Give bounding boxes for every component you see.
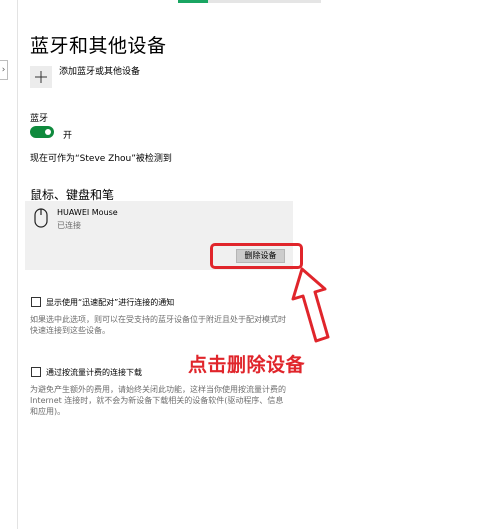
swift-pair-label[interactable]: 显示使用“迅速配对”进行连接的通知 — [46, 297, 174, 308]
swift-pair-description: 如果选中此选项，则可以在受支持的蓝牙设备位于附近且处于配对模式时 快速连接到这些… — [30, 314, 286, 336]
plus-icon — [30, 66, 52, 88]
chevron-right-icon[interactable]: › — [0, 60, 8, 80]
metered-description-line: Internet 连接时，就不会为新设备下载相关的设备软件(驱动程序、信息 — [30, 396, 284, 405]
add-device-button[interactable]: 添加蓝牙或其他设备 — [30, 66, 140, 88]
discoverable-status: 现在可作为“Steve Zhou”被检测到 — [30, 154, 172, 164]
toggle-knob — [45, 129, 51, 135]
bluetooth-toggle[interactable] — [30, 126, 54, 138]
add-device-label[interactable]: 添加蓝牙或其他设备 — [59, 64, 140, 77]
metered-download-description: 为避免产生额外的费用，请始终关闭此功能，这样当你使用按流量计费的 Interne… — [30, 384, 286, 417]
metered-download-checkbox[interactable] — [31, 367, 41, 377]
page-title: 蓝牙和其他设备 — [30, 35, 167, 57]
swift-pair-description-line: 快速连接到这些设备。 — [30, 326, 110, 335]
top-scroll-indicator — [178, 0, 321, 3]
mouse-icon — [34, 208, 48, 232]
annotation-text: 点击删除设备 — [188, 354, 306, 376]
swift-pair-checkbox[interactable] — [31, 297, 41, 307]
device-name: HUAWEI Mouse — [57, 208, 118, 217]
top-scroll-indicator-active — [178, 0, 208, 3]
bluetooth-label: 蓝牙 — [30, 114, 49, 124]
swift-pair-description-line: 如果选中此选项，则可以在受支持的蓝牙设备位于附近且处于配对模式时 — [30, 315, 286, 324]
left-navigation-rail: › — [0, 0, 18, 529]
device-status: 已连接 — [57, 221, 81, 230]
metered-description-line: 为避免产生额外的费用，请始终关闭此功能，这样当你使用按流量计费的 — [30, 385, 286, 394]
metered-download-label[interactable]: 通过按流量计费的连接下载 — [46, 367, 142, 378]
annotation-arrow — [291, 267, 330, 343]
metered-description-line: 和应用)。 — [30, 407, 66, 416]
bluetooth-toggle-state: 开 — [63, 131, 73, 141]
